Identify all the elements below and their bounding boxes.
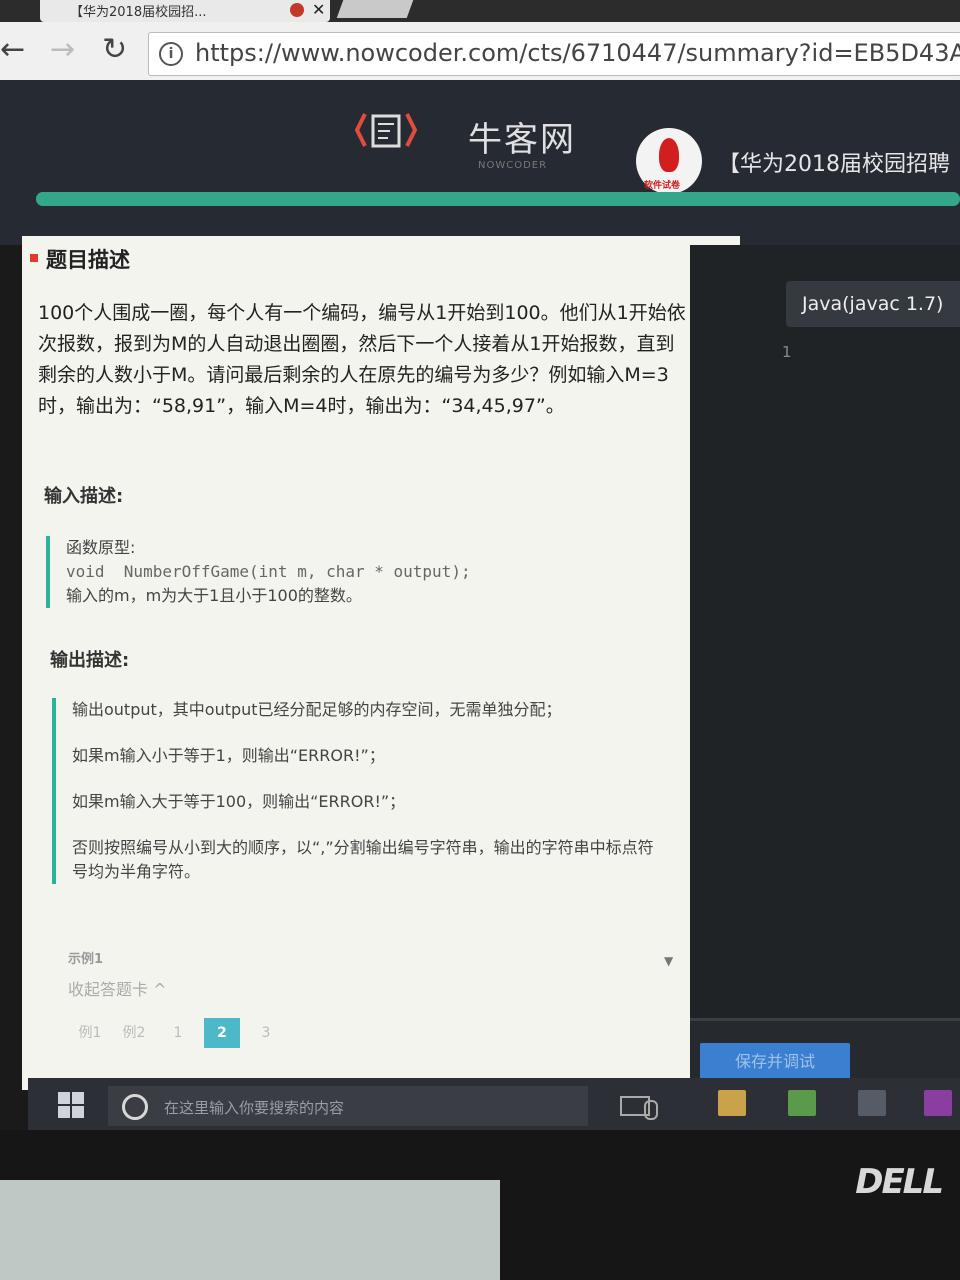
onenote-app-icon[interactable] [924, 1090, 952, 1116]
pager-item-active[interactable]: 2 [204, 1018, 240, 1048]
pager-item[interactable]: 例2 [116, 1018, 152, 1048]
collapse-answer-card-button[interactable]: 收起答题卡 ^ [68, 976, 167, 1000]
taskbar-search-box[interactable]: 在这里输入你要搜索的内容 [108, 1086, 658, 1126]
code-editor[interactable]: Java(javac 1.7) ▾ 1 [690, 245, 960, 1025]
url-text[interactable]: https://www.nowcoder.com/cts/6710447/sum… [195, 39, 960, 67]
browser-toolbar: ← → ↻ i https://www.nowcoder.com/cts/671… [0, 22, 960, 80]
terminal-app-icon[interactable] [858, 1090, 886, 1116]
windows-start-icon[interactable] [58, 1092, 84, 1118]
line-number: 1 [782, 343, 792, 361]
scroll-down-icon[interactable]: ▼ [664, 954, 673, 968]
pager-item[interactable]: 3 [248, 1018, 284, 1048]
taskbar-search-placeholder: 在这里输入你要搜索的内容 [164, 1099, 345, 1117]
photos-app-icon[interactable] [788, 1090, 816, 1116]
site-header: 牛客网 NOWCODER 软件试卷 【华为2018届校园招聘 [0, 80, 960, 245]
output-paragraph-1: 输出output，其中output已经分配足够的内存空间，无需单独分配； [72, 700, 562, 719]
section-marker [30, 254, 38, 262]
new-tab-button[interactable] [336, 0, 414, 18]
pager-item[interactable]: 例1 [72, 1018, 108, 1048]
address-bar[interactable]: i https://www.nowcoder.com/cts/6710447/s… [148, 32, 960, 76]
output-description-box: 输出output，其中output已经分配足够的内存空间，无需单独分配； 如果m… [52, 698, 662, 884]
question-body: 100个人围成一圈，每个人有一个编码，编号从1开始到100。他们从1开始依次报数… [38, 302, 686, 417]
cortana-icon[interactable] [122, 1094, 148, 1120]
output-paragraph-4: 否则按照编号从小到大的顺序，以“,”分割输出编号字符串，输出的字符串中标点符号均… [72, 838, 654, 881]
nowcoder-logo-icon[interactable] [355, 108, 417, 152]
answer-card-pager: 例1 例2 1 2 3 [72, 1018, 292, 1048]
huawei-logo-icon: 软件试卷 [636, 128, 702, 194]
desk-surface [0, 1180, 500, 1280]
input-description-title: 输入描述: [44, 486, 124, 507]
output-paragraph-3: 如果m输入大于等于100，则输出“ERROR!”； [72, 792, 406, 811]
language-select[interactable]: Java(javac 1.7) ▾ [786, 281, 960, 327]
dell-logo: DELL [855, 1162, 944, 1202]
windows-taskbar: 在这里输入你要搜索的内容 [28, 1078, 960, 1134]
language-label: Java(javac 1.7) [802, 293, 944, 315]
arrow-left-icon[interactable]: ← [0, 32, 25, 67]
logo-text[interactable]: 牛客网 [468, 112, 576, 161]
exam-progress-bar [36, 192, 960, 206]
arrow-right-icon[interactable]: → [50, 32, 75, 67]
badge-label: 软件试卷 [644, 181, 681, 191]
tab-title: 【华为2018届校园招... [70, 5, 207, 20]
save-and-debug-button[interactable]: 保存并调试 [700, 1043, 850, 1081]
function-prototype: void NumberOffGame(int m, char * output)… [66, 562, 471, 581]
output-description-title: 输出描述: [50, 650, 130, 671]
reload-icon[interactable]: ↻ [102, 32, 127, 67]
task-view-icon[interactable] [620, 1096, 650, 1116]
pager-item[interactable]: 1 [160, 1018, 196, 1048]
sample-title: 示例1 [68, 952, 104, 967]
logo-subtitle: NOWCODER [478, 160, 548, 171]
section-title: 题目描述 [46, 248, 130, 272]
tab-close-icon[interactable]: ✕ [312, 0, 325, 19]
info-icon[interactable]: i [159, 42, 183, 66]
input-description-box: 函数原型: void NumberOffGame(int m, char * o… [46, 536, 666, 608]
input-line-3: 输入的m，m为大于1且小于100的整数。 [66, 586, 362, 605]
input-line-1: 函数原型: [66, 538, 136, 557]
recording-indicator-icon [290, 3, 304, 17]
exam-title: 【华为2018届校园招聘 [718, 152, 950, 177]
question-panel[interactable]: 题目描述 ▲ 100个人围成一圈，每个人有一个编码，编号从1开始到100。他们从… [22, 236, 740, 1090]
exam-progress-fill [36, 192, 960, 206]
browser-tabbar: 【华为2018届校园招... ✕ [0, 0, 960, 22]
huawei-petal-icon [659, 138, 679, 172]
output-paragraph-2: 如果m输入小于等于1，则输出“ERROR!”； [72, 746, 385, 765]
browser-tab[interactable]: 【华为2018届校园招... ✕ [40, 0, 330, 22]
file-explorer-icon[interactable] [718, 1090, 746, 1116]
